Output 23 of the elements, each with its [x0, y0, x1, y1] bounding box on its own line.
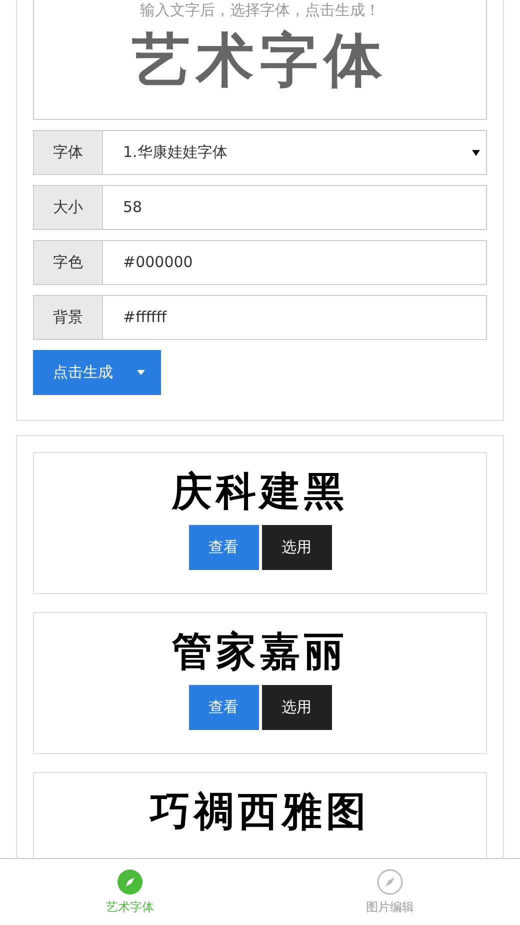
field-label: 大小: [33, 185, 103, 230]
font-sample: 巧禂西雅图: [150, 788, 370, 837]
use-button[interactable]: 选用: [262, 525, 332, 570]
font-select[interactable]: 1.华康娃娃字体: [103, 130, 487, 175]
hint-text: 输入文字后，选择字体，点击生成！: [140, 1, 380, 19]
field-label: 背景: [33, 295, 103, 340]
input-field[interactable]: #ffffff: [103, 295, 487, 340]
input-field[interactable]: 58: [103, 185, 487, 230]
compass-icon: [377, 868, 403, 894]
field-label: 字色: [33, 240, 103, 285]
input-field[interactable]: #000000: [103, 240, 487, 285]
preview-text: 艺术字体: [132, 25, 388, 95]
compass-icon: [117, 868, 143, 894]
view-button[interactable]: 查看: [188, 525, 258, 570]
field-label: 字体: [33, 130, 103, 175]
view-button[interactable]: 查看: [188, 685, 258, 730]
dropdown-arrow-icon: [472, 150, 480, 156]
use-button[interactable]: 选用: [262, 685, 332, 730]
generate-button[interactable]: 点击生成: [33, 350, 161, 395]
preview-area[interactable]: 输入文字后，选择字体，点击生成！ 艺术字体: [33, 0, 487, 120]
font-sample: 管家嘉丽: [172, 628, 348, 677]
font-sample: 庆科建黑: [172, 468, 348, 517]
caret-icon: [137, 370, 145, 375]
